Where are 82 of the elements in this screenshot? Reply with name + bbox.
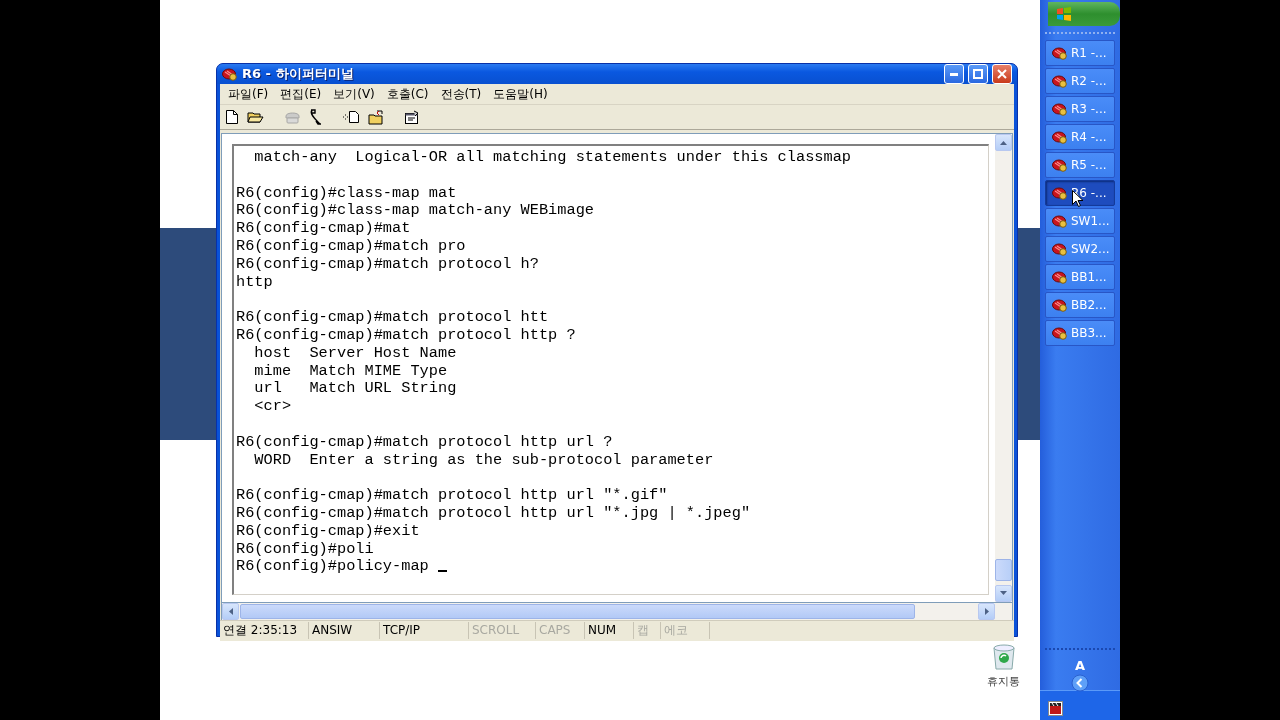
router-icon — [1052, 326, 1068, 340]
receive-file-icon[interactable] — [368, 109, 384, 125]
taskbar-button[interactable]: SW2... — [1045, 236, 1115, 262]
taskbar-button[interactable]: R1 -... — [1045, 40, 1115, 66]
status-indicator: 연결 2:35:13 — [220, 622, 309, 640]
maximize-button[interactable] — [968, 64, 988, 84]
terminal-line: R6(config-cmap)#mat — [236, 219, 411, 238]
router-icon — [1052, 130, 1068, 144]
status-indicator: TCP/IP — [380, 622, 469, 640]
terminal-line: R6(config-cmap)#match protocol h? — [236, 254, 539, 273]
status-indicator: CAPS — [536, 622, 585, 640]
vertical-scrollbar[interactable] — [995, 134, 1012, 602]
router-icon — [1052, 214, 1068, 228]
status-indicator: ANSIW — [309, 622, 380, 640]
terminal-line: R6(config-cmap)#match protocol http url ? — [236, 432, 613, 451]
language-indicator[interactable]: A — [1074, 658, 1086, 673]
collapse-icon[interactable] — [1071, 674, 1089, 692]
handset-icon[interactable] — [309, 109, 322, 125]
terminal-line: WORD Enter a string as the sub-protocol parameter — [253, 450, 714, 469]
taskbar-button[interactable]: R3 -... — [1045, 96, 1115, 122]
router-icon — [222, 67, 238, 81]
windows-logo-icon — [1056, 7, 1072, 21]
scroll-thumb[interactable] — [995, 558, 1012, 581]
desktop-icon-label[interactable]: 휴지통 — [987, 674, 1020, 689]
router-icon — [1052, 102, 1068, 116]
terminal-line: R6(config-cmap)#match pro — [236, 237, 466, 255]
terminal-line: R6(config-cmap)#match protocol http url "*.gif" — [236, 486, 668, 505]
taskbar-button[interactable]: R2 -... — [1045, 68, 1115, 94]
terminal-line: host Server Host Name — [253, 343, 457, 362]
terminal-line: match-any Logical-OR all matching statements under this classmap — [253, 148, 852, 166]
terminal-line: R6(config-cmap)#match protocol htt — [236, 308, 549, 327]
close-button[interactable] — [992, 64, 1012, 84]
menu-item[interactable]: 전송(T) — [437, 85, 491, 103]
status-indicator: 에코 — [661, 622, 710, 640]
start-button[interactable] — [1048, 2, 1120, 26]
maximize-icon — [973, 69, 983, 79]
menu-item[interactable]: 파일(F) — [225, 85, 278, 103]
status-indicator: SCROLL — [469, 622, 536, 640]
router-icon — [1052, 74, 1068, 88]
scroll-thumb[interactable] — [240, 603, 915, 619]
scroll-left-icon[interactable] — [228, 607, 233, 615]
terminal-line: R6(config)#poli — [236, 539, 374, 558]
router-icon — [1052, 298, 1068, 312]
terminal-line: url Match URL String — [253, 379, 457, 398]
menu-item[interactable]: 호출(C) — [383, 85, 438, 103]
scroll-up-icon[interactable] — [1000, 140, 1007, 145]
minimize-button[interactable] — [944, 64, 964, 84]
open-folder-icon[interactable] — [247, 110, 264, 124]
taskbar-button[interactable]: BB1... — [1045, 264, 1115, 290]
scroll-down-icon[interactable] — [1000, 591, 1007, 596]
properties-icon[interactable] — [404, 109, 420, 125]
menu-item[interactable]: 편집(E) — [277, 85, 331, 103]
router-icon — [1052, 158, 1068, 172]
clapperboard-icon[interactable] — [1048, 701, 1063, 716]
taskbar-button[interactable]: R5 -... — [1045, 152, 1115, 178]
terminal-line: R6(config-cmap)#exit — [236, 521, 420, 540]
taskbar-button[interactable]: BB3... — [1045, 320, 1115, 346]
status-indicator: NUM — [585, 622, 634, 640]
taskbar-button[interactable]: R4 -... — [1045, 124, 1115, 150]
scroll-right-icon[interactable] — [984, 607, 989, 615]
router-icon — [1052, 46, 1068, 60]
terminal-line: R6(config)#class-map mat — [236, 183, 457, 202]
terminal-line: R6(config)#policy-map — [236, 557, 430, 576]
window-title: R6 - 하이퍼터미널 — [242, 65, 355, 83]
terminal-line: R6(config-cmap)#match protocol http ? — [236, 325, 576, 344]
router-icon — [1052, 270, 1068, 284]
taskbar-button[interactable]: BB2... — [1045, 292, 1115, 318]
send-file-icon[interactable] — [342, 110, 360, 124]
router-icon — [1052, 186, 1068, 200]
menu-item[interactable]: 보기(V) — [330, 85, 384, 103]
menu-item[interactable]: 도움말(H) — [490, 85, 557, 103]
close-icon — [997, 69, 1007, 79]
taskbar-button[interactable]: SW1... — [1045, 208, 1115, 234]
router-icon — [1052, 242, 1068, 256]
status-indicator: 캡 — [634, 622, 661, 640]
terminal-line: mime Match MIME Type — [253, 361, 448, 380]
terminal-line: <cr> — [253, 397, 292, 416]
terminal-line: R6(config)#class-map match-any WEBimage — [236, 201, 594, 220]
terminal-line: http — [236, 272, 273, 291]
terminal-line: R6(config-cmap)#match protocol http url "*.jpg | *.jpeg" — [236, 503, 751, 522]
minimize-icon — [950, 72, 958, 76]
new-document-icon[interactable] — [225, 109, 239, 125]
